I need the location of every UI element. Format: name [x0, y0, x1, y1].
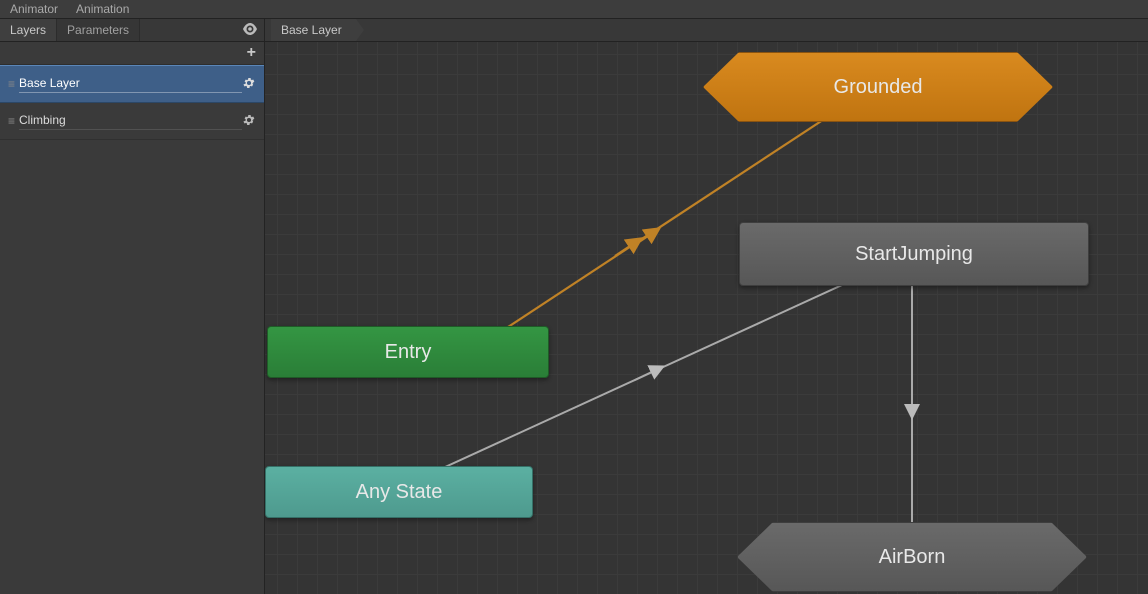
visibility-icon[interactable]	[242, 23, 258, 38]
state-node-entry[interactable]: Entry	[267, 326, 549, 378]
layer-name: Climbing	[19, 113, 242, 130]
gear-icon[interactable]	[242, 113, 256, 130]
drag-handle-icon[interactable]: ≡	[8, 114, 13, 128]
state-label: AirBorn	[879, 546, 946, 569]
state-label: StartJumping	[855, 243, 973, 266]
animator-tab[interactable]: Animator	[10, 2, 58, 16]
layer-row-climbing[interactable]: ≡ Climbing	[0, 103, 264, 140]
gear-icon[interactable]	[242, 76, 256, 93]
state-node-startjumping[interactable]: StartJumping	[739, 222, 1089, 286]
state-node-anystate[interactable]: Any State	[265, 466, 533, 518]
state-label: Entry	[385, 341, 432, 364]
layers-panel-tab[interactable]: Layers	[0, 19, 57, 41]
top-tab-bar: Animator Animation	[0, 0, 1148, 19]
state-node-grounded[interactable]: Grounded	[703, 52, 1053, 122]
layer-row-base-layer[interactable]: ≡ Base Layer	[0, 65, 264, 103]
animator-graph-canvas[interactable]: Grounded StartJumping Entry Any State Ai…	[265, 42, 1148, 594]
state-node-airborn[interactable]: AirBorn	[737, 522, 1087, 592]
state-label: Any State	[356, 481, 443, 504]
breadcrumb[interactable]: Base Layer	[271, 19, 356, 41]
layers-sidebar: + ≡ Base Layer ≡ Climbing	[0, 42, 265, 594]
add-layer-button[interactable]: +	[247, 44, 256, 62]
layer-name: Base Layer	[19, 76, 242, 93]
animation-tab[interactable]: Animation	[76, 2, 129, 16]
header-row: Layers Parameters Base Layer	[0, 19, 1148, 42]
drag-handle-icon[interactable]: ≡	[8, 77, 13, 91]
parameters-panel-tab[interactable]: Parameters	[57, 19, 140, 41]
state-label: Grounded	[834, 76, 923, 99]
